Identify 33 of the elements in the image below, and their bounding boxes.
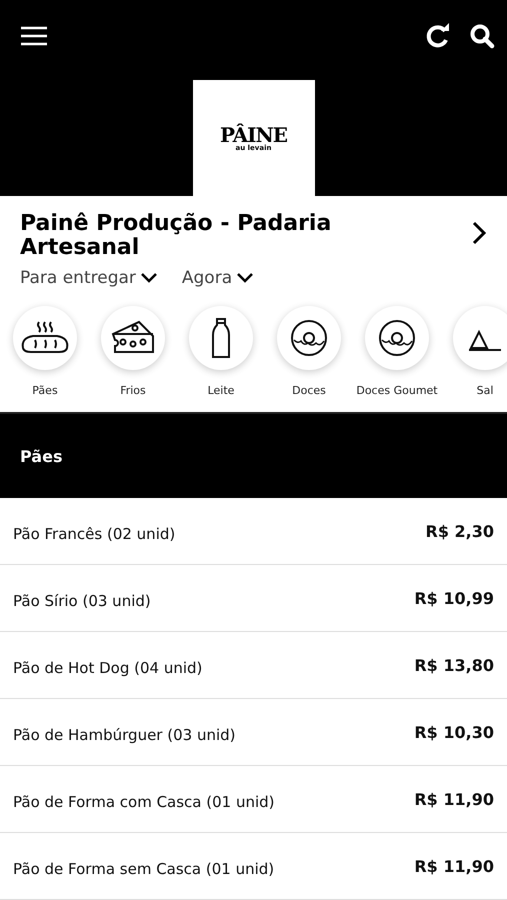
product-name: Pão de Hot Dog (04 unid) xyxy=(13,659,202,677)
store-title: Painê Produção - Padaria Artesanal xyxy=(20,212,332,260)
product-name: Pão de Forma sem Casca (01 unid) xyxy=(13,860,274,878)
logo-name: PÂINE xyxy=(220,124,287,144)
product-row[interactable]: Pão de Hot Dog (04 unid) R$ 13,80 xyxy=(0,632,507,699)
product-row[interactable]: Pão de Forma com Casca (01 unid) R$ 11,90 xyxy=(0,766,507,833)
donut-icon xyxy=(377,318,417,358)
product-row[interactable]: Pão Francês (02 unid) R$ 2,30 xyxy=(0,498,507,565)
category-item[interactable]: Pães xyxy=(4,306,86,412)
donut-icon xyxy=(289,318,329,358)
product-row[interactable]: Pão de Hambúrguer (03 unid) R$ 10,30 xyxy=(0,699,507,766)
delivery-dropdown[interactable]: Para entregar xyxy=(20,268,158,288)
product-row[interactable]: Pão Sírio (03 unid) R$ 10,99 xyxy=(0,565,507,632)
category-item[interactable]: Frios xyxy=(92,306,174,412)
category-item[interactable]: Doces xyxy=(268,306,350,412)
product-price: R$ 11,90 xyxy=(414,857,494,878)
milk-bottle-icon xyxy=(209,317,233,359)
product-price: R$ 2,30 xyxy=(426,522,494,543)
product-price: R$ 10,99 xyxy=(414,589,494,610)
chevron-down-icon xyxy=(236,272,254,284)
product-price: R$ 10,30 xyxy=(414,723,494,744)
category-item[interactable]: Leite xyxy=(180,306,262,412)
product-price: R$ 11,90 xyxy=(414,790,494,811)
product-name: Pão de Forma com Casca (01 unid) xyxy=(13,793,275,811)
product-price: R$ 13,80 xyxy=(414,656,494,677)
product-name: Pão Francês (02 unid) xyxy=(13,525,176,543)
chevron-down-icon xyxy=(140,272,158,284)
time-dropdown[interactable]: Agora xyxy=(182,268,254,288)
section-title: Pães xyxy=(20,446,62,466)
product-name: Pão Sírio (03 unid) xyxy=(13,592,151,610)
product-row[interactable]: Pão de Forma sem Casca (01 unid) R$ 11,90 xyxy=(0,833,507,900)
product-name: Pão de Hambúrguer (03 unid) xyxy=(13,726,236,744)
category-item[interactable]: Doces Goumet xyxy=(356,306,438,412)
